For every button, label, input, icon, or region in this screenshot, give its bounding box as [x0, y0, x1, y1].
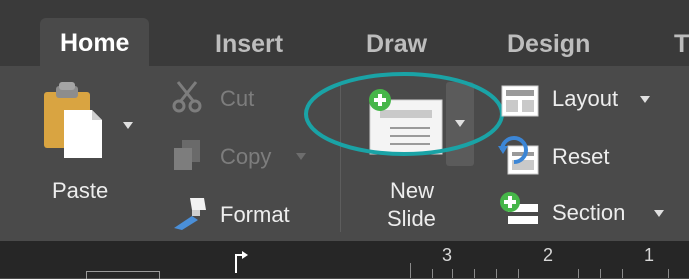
tab-draw[interactable]: Draw	[366, 22, 427, 66]
reset-icon	[498, 136, 539, 175]
layout-label: Layout	[552, 86, 619, 111]
copy-icon	[174, 140, 200, 170]
reset-label: Reset	[552, 144, 610, 169]
clipboard-icon	[44, 82, 102, 158]
ribbon-tab-bar: Home Insert Draw Design T	[0, 0, 689, 66]
ruler-tick	[578, 269, 579, 278]
ruler-tick	[518, 269, 519, 278]
ruler-tick	[432, 269, 433, 278]
section-dropdown-arrow	[654, 210, 664, 217]
ruler-tick	[474, 269, 475, 278]
ruler-tick	[496, 269, 497, 278]
format-label: Format	[220, 202, 290, 227]
section-label: Section	[552, 200, 626, 225]
format-painter-icon	[174, 198, 206, 230]
paste-dropdown-arrow[interactable]	[123, 122, 133, 129]
cut-label: Cut	[220, 86, 255, 111]
horizontal-ruler: 3 2 1	[0, 241, 689, 279]
scissors-icon	[172, 81, 202, 113]
ribbon-home-panel: Paste Cut Copy Format New Slide Layout R…	[0, 66, 689, 241]
new-slide-label-line2: Slide	[387, 206, 436, 231]
highlight-circle-annotation	[304, 72, 504, 156]
tab-design[interactable]: Design	[507, 22, 590, 66]
ruler-tick	[452, 269, 453, 278]
ruler-mark-2: 2	[543, 245, 554, 265]
ruler-tick	[600, 269, 601, 278]
layout-icon	[501, 85, 539, 117]
tab-home[interactable]: Home	[40, 18, 150, 66]
section-icon	[500, 192, 538, 224]
indent-marker-icon[interactable]	[232, 247, 248, 273]
tab-insert[interactable]: Insert	[215, 22, 283, 66]
ruler-tick	[410, 263, 411, 278]
paste-label: Paste	[52, 178, 109, 203]
ruler-tick	[668, 269, 669, 278]
new-slide-label-line1: New	[390, 178, 435, 203]
ruler-mark-1: 1	[644, 245, 655, 265]
ruler-mark-3: 3	[442, 245, 453, 265]
copy-label: Copy	[220, 144, 272, 169]
tab-transitions-partial[interactable]: T	[674, 22, 689, 66]
layout-dropdown-arrow	[640, 96, 650, 103]
ruler-tick	[622, 269, 623, 278]
